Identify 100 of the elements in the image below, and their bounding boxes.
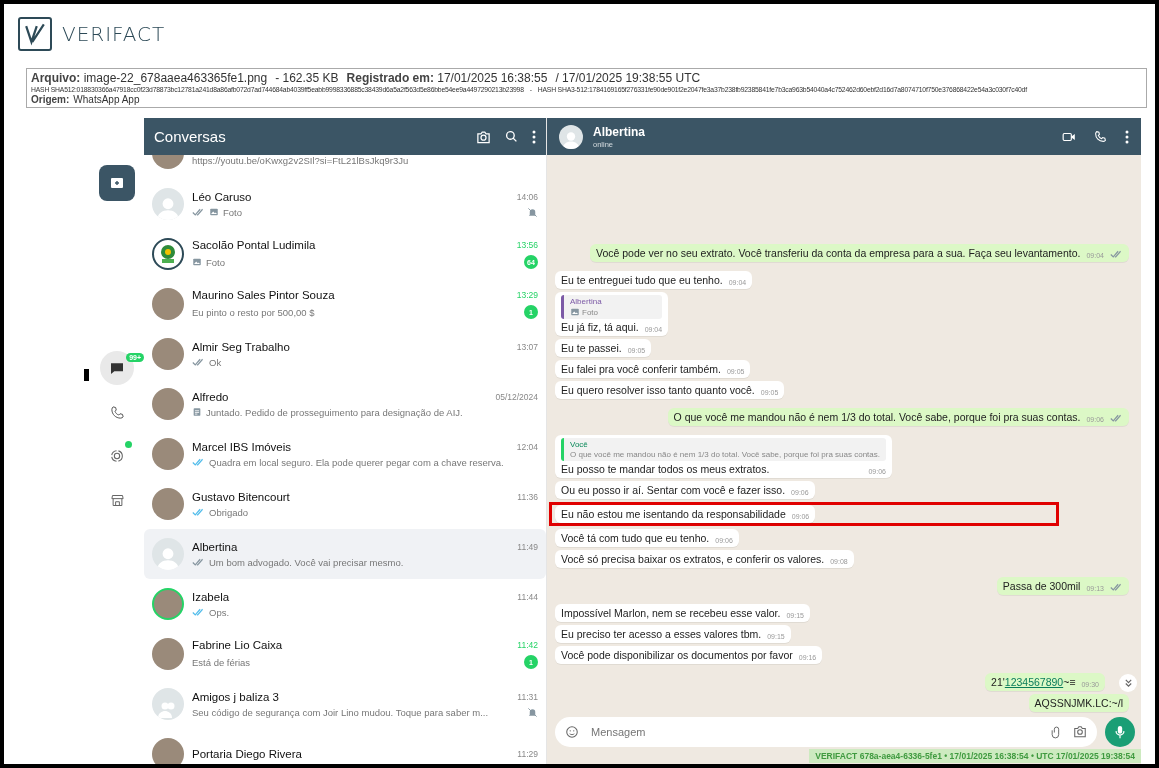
registered-date: Registrado em: 17/01/2025 16:38:55 xyxy=(346,71,548,85)
photo-placeholder xyxy=(152,288,184,320)
message-text: Impossível Marlon, nem se recebeu esse valor. xyxy=(561,607,781,619)
double-check-icon xyxy=(1110,250,1123,259)
call-button[interactable] xyxy=(1094,130,1107,143)
chat-time: 14:06 xyxy=(516,191,538,202)
chat-list-item[interactable]: Marcel IBS Imóveis 12:04 Quadra em local seguro. Ela pode querer pegar com a chave reserva. xyxy=(144,429,546,479)
photo-placeholder xyxy=(152,738,184,764)
message-preview: https://youtu.be/oKwxg2v2SIl?si=FtL21lBsJkq9r3Ju xyxy=(192,155,410,166)
double-check-icon xyxy=(192,457,205,467)
message-preview: Quadra em local seguro. Ela pode querer pegar com a chave reserva. xyxy=(209,456,505,468)
double-check-icon xyxy=(1110,583,1123,592)
origin-value: WhatsApp App xyxy=(73,94,140,105)
chat-list-item[interactable]: Léo Caruso 14:06 Foto xyxy=(144,179,546,229)
message-text: Você pode ver no seu extrato. Você transferiu da conta da empresa para a sua. Faça seu levantamento. xyxy=(596,247,1081,259)
message-text: Eu te entreguei tudo que eu tenho. xyxy=(561,274,723,286)
chat-time: 11:36 xyxy=(517,491,538,502)
double-check-icon xyxy=(192,607,205,617)
message-text: Eu falei pra você conferir também. xyxy=(561,363,721,375)
quote-author: Você xyxy=(570,440,589,449)
chat-time: 11:31 xyxy=(517,691,538,702)
chat-time: 12:04 xyxy=(516,441,538,452)
contact-name: Marcel IBS Imóveis xyxy=(192,440,293,453)
quote-text: O que você me mandou não é nem 1/3 do total. Você sabe, porque foi pra suas contas. xyxy=(570,450,880,459)
chat-time: 13:07 xyxy=(516,341,538,352)
message-preview: Juntado. Pedido de prosseguimento para designação de AIJ. xyxy=(206,406,464,418)
status-icon xyxy=(109,448,125,464)
chat-list-item[interactable]: Amigos j baliza 3 11:31 Seu código de segurança com Joir Lino mudou. Toque para saber m... xyxy=(144,679,546,729)
chat-list-item[interactable]: Alfredo 05/12/2024 Juntado. Pedido de prosseguimento para designação de AIJ. xyxy=(144,379,546,429)
menu-button[interactable] xyxy=(532,129,536,144)
chat-list-item[interactable]: Izabela 11:44 Ops. xyxy=(144,579,546,629)
message-text: Você pode disponibilizar os documentos por favor xyxy=(561,649,793,661)
contact-name: Izabela xyxy=(192,590,231,603)
message-text: Passa de 300mil xyxy=(1002,580,1081,592)
video-call-button[interactable] xyxy=(1062,130,1076,143)
avatar xyxy=(152,538,184,570)
camera-button[interactable] xyxy=(476,129,491,144)
avatar xyxy=(152,238,184,270)
chat-time: 13:29 xyxy=(516,290,538,300)
double-check-icon xyxy=(192,557,205,567)
message-text: Eu te passei. xyxy=(561,342,622,354)
new-status-button[interactable] xyxy=(99,165,135,201)
chat-list-item[interactable]: Almir Seg Trabalho 13:07 Ok xyxy=(144,329,546,379)
message-input[interactable]: Mensagem xyxy=(589,725,1040,739)
message-text: Você só precisa baixar os extratos, e conferir os valores. xyxy=(561,553,825,565)
phone-link[interactable]: 1234567890 xyxy=(1004,676,1064,688)
plus-box-icon xyxy=(110,177,124,189)
chat-list-item[interactable]: Portaria Diego Rivera 11:29 xyxy=(144,729,546,764)
message-preview: Está de férias xyxy=(192,656,252,668)
double-check-icon xyxy=(1110,414,1123,423)
menu-button[interactable] xyxy=(1125,129,1129,144)
group-avatar xyxy=(152,688,184,720)
microphone-icon xyxy=(1114,725,1126,739)
quote-author: Albertina xyxy=(570,297,603,306)
phone-icon xyxy=(109,404,125,420)
contact-name: Albertina xyxy=(192,540,239,553)
origin-label: Origem: xyxy=(31,94,70,105)
message-preview: Um bom advogado. Você vai precisar mesmo. xyxy=(209,556,405,568)
utc-date: / 17/01/2025 19:38:55 UTC xyxy=(555,71,701,85)
message-text: Eu não estou me isentando da responsabilidade xyxy=(561,508,786,520)
chat-list-item[interactable]: https://youtu.be/oKwxg2v2SIl?si=FtL21lBsJkq9r3Ju xyxy=(144,155,546,179)
brand-name: VERIFACT xyxy=(62,22,166,46)
contact-name: Alfredo xyxy=(192,390,230,403)
contact-name: Sacolão Pontal Ludimila xyxy=(192,239,317,251)
double-check-icon xyxy=(192,207,205,217)
chat-time: 11:49 xyxy=(517,541,538,552)
sticker-icon xyxy=(565,725,579,739)
chat-time: 13:56 xyxy=(516,240,538,250)
selection-indicator xyxy=(84,369,89,381)
chat-time: 11:42 xyxy=(517,640,538,650)
message-preview: Foto xyxy=(206,256,226,268)
chat-list-title: Conversas xyxy=(154,128,227,145)
photo-placeholder xyxy=(152,338,184,370)
contact-name: Léo Caruso xyxy=(192,190,253,203)
message-input-field[interactable]: Mensagem xyxy=(555,717,1097,747)
contact-name: Almir Seg Trabalho xyxy=(192,340,291,353)
message-text: AQSSNJMK.LC:~/l xyxy=(1034,697,1123,709)
document-icon xyxy=(192,407,202,417)
microphone-button[interactable] xyxy=(1105,717,1135,747)
chat-list-item[interactable]: Albertina 11:49 Um bom advogado. Você vai precisar mesmo. xyxy=(144,529,546,579)
scroll-down-button[interactable] xyxy=(1119,674,1137,692)
quote-text: Foto xyxy=(582,307,598,317)
file-size: - 162.35 KB xyxy=(275,71,339,85)
message-text: O que você me mandou não é nem 1/3 do total. Você sabe, porque foi pra suas contas. xyxy=(673,411,1081,423)
photo-placeholder xyxy=(152,438,184,470)
chat-list-item[interactable]: Gustavo Bitencourt 11:36 Obrigado xyxy=(144,479,546,529)
search-button[interactable] xyxy=(505,130,518,143)
message-text: 21'1234567890~≡ xyxy=(991,676,1076,688)
store-icon xyxy=(109,492,125,508)
contact-name: Albertina xyxy=(593,124,646,139)
message-text: Eu preciso ter acesso a esses valores tbm. xyxy=(561,628,762,640)
avatar xyxy=(152,188,184,220)
avatar xyxy=(559,124,583,149)
contact-name: Gustavo Bitencourt xyxy=(192,490,291,503)
verification-stamp: VERIFACT 678a-aea4-6336-5fe1 • 17/01/2025 16:38:54 • UTC 17/01/2025 19:38:54 xyxy=(809,749,1141,763)
file-name: Arquivo: image-22_678aaea463365fe1.png xyxy=(31,71,268,85)
contact-name: Portaria Diego Rivera xyxy=(192,748,303,760)
image-icon xyxy=(209,207,219,217)
photo-placeholder xyxy=(152,488,184,520)
double-chevron-icon xyxy=(1123,678,1133,688)
